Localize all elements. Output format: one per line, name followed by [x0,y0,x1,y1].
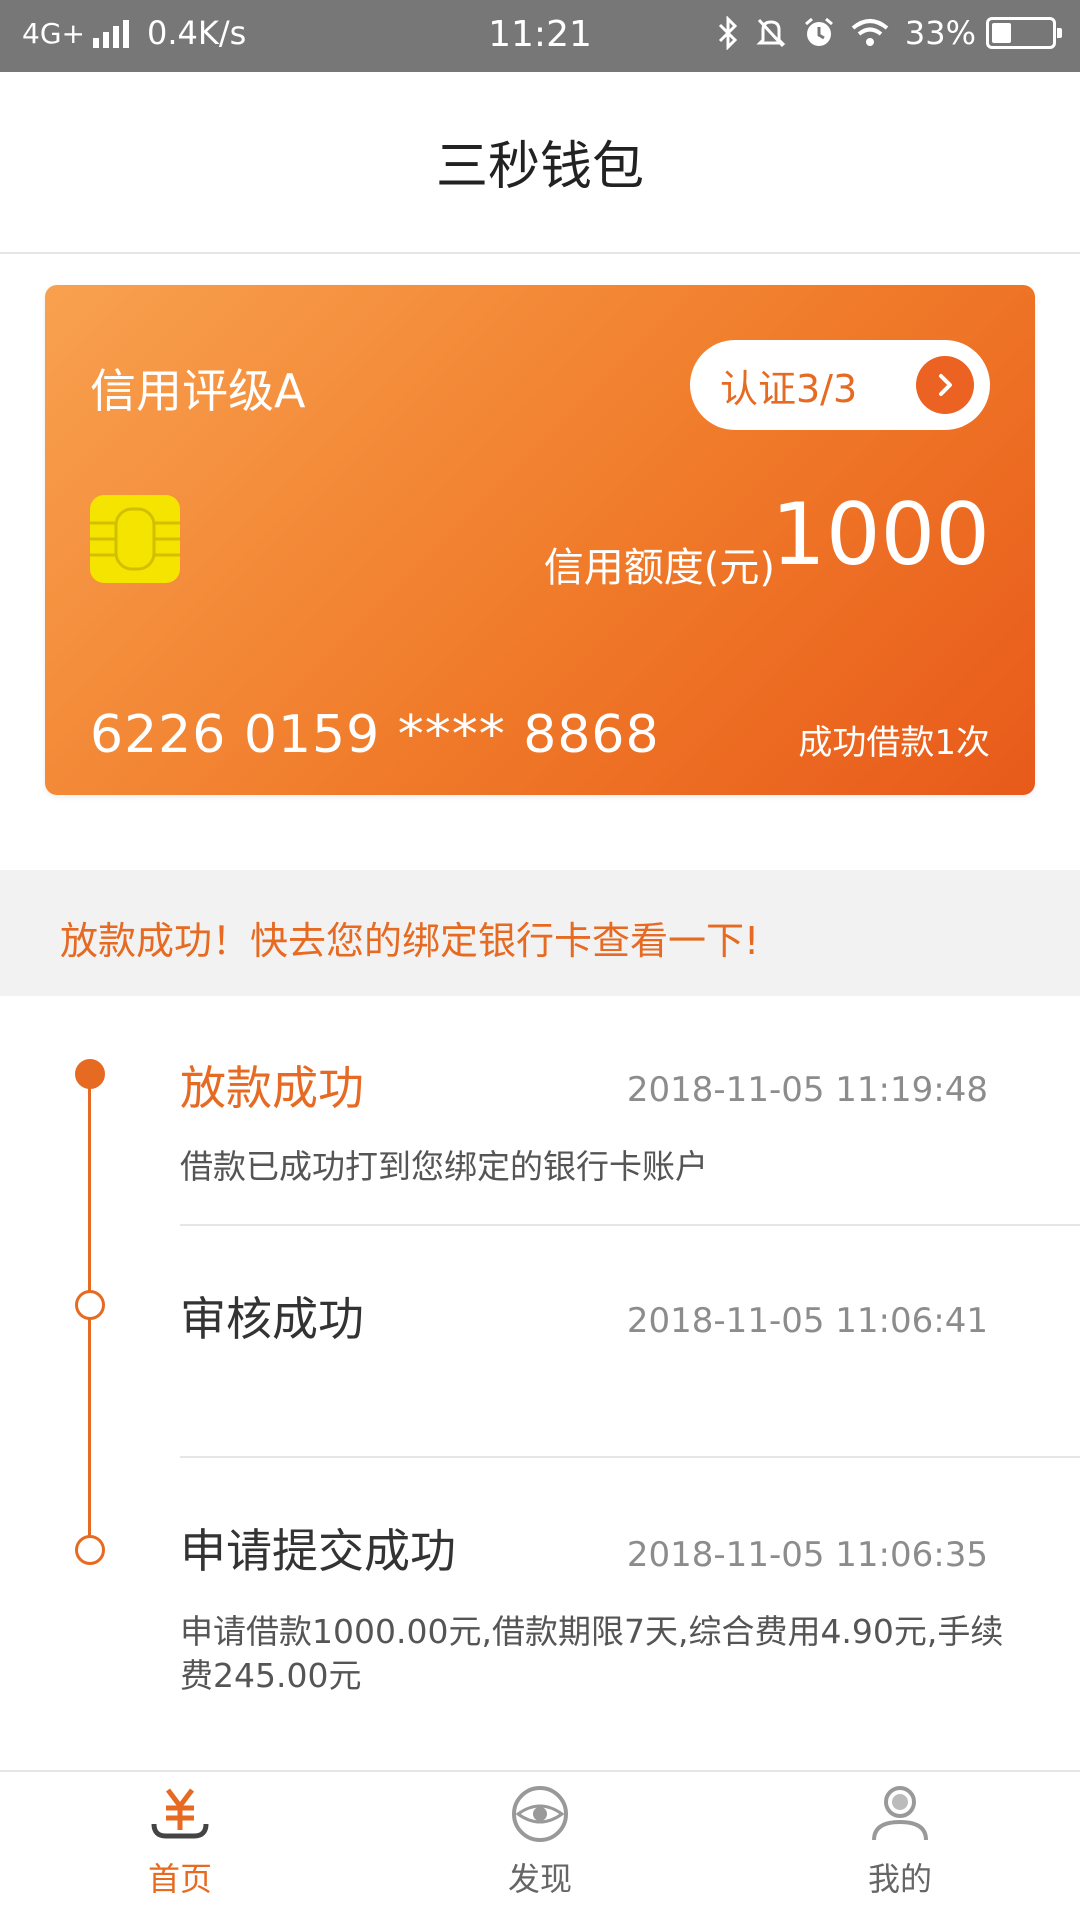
eye-icon [512,1786,568,1842]
battery-fill [992,23,1011,43]
timeline-title: 审核成功 [180,1292,364,1346]
timeline-dot [75,1535,105,1565]
timeline-divider [180,1224,1080,1226]
wifi-icon [851,19,889,46]
bottom-nav: 首页 发现 我的 [0,1770,1080,1920]
nav-item-discover[interactable]: 发现 [440,1784,640,1900]
verify-label: 认证3/3 [720,366,858,411]
credit-card: 信用评级A 认证3/3 信用额度(元) 1000 6226 0159 **** … [45,285,1035,795]
card-chip-icon [90,495,180,583]
nav-label: 我的 [867,1860,932,1898]
credit-rating: 信用评级A [90,364,306,418]
timeline-desc: 申请借款1000.00元,借款期限7天,综合费用4.90元,手续费245.00元 [180,1612,1004,1695]
nav-label: 发现 [507,1860,572,1898]
alarm-icon [804,17,833,46]
credit-limit-value: 1000 [771,485,990,585]
notice-text: 放款成功！快去您的绑定银行卡查看一下! [60,919,760,963]
user-icon [872,1786,928,1841]
bell-off-icon [756,18,786,48]
timeline-time: 2018-11-05 11:06:35 [626,1535,988,1575]
timeline-time: 2018-11-05 11:06:41 [626,1301,988,1341]
timeline-dot [75,1290,105,1320]
timeline-desc: 借款已成功打到您绑定的银行卡账户 [180,1147,708,1186]
yuan-icon [151,1788,209,1839]
battery-percent: 33% [904,14,976,52]
loan-count: 成功借款1次 [798,723,990,763]
timeline-dot-active [75,1059,105,1089]
credit-limit-label: 信用额度(元) [543,545,775,591]
card-number: 6226 0159 **** 8868 [90,705,660,765]
timeline-time: 2018-11-05 11:19:48 [626,1070,988,1110]
page-title: 三秒钱包 [435,137,644,197]
timeline-divider [180,1456,1080,1458]
nav-item-home[interactable]: 首页 [80,1784,280,1900]
timeline-title: 申请提交成功 [180,1524,456,1578]
app-header: 三秒钱包 [0,72,1080,254]
battery-icon [986,17,1062,49]
verify-button[interactable]: 认证3/3 [690,340,990,430]
nav-item-mine[interactable]: 我的 [800,1784,1000,1900]
timeline-title: 放款成功 [180,1061,364,1115]
nav-label: 首页 [147,1860,212,1898]
status-bar: 4G+ 0.4K/s 11:21 33% [0,0,1080,72]
notice-banner: 放款成功！快去您的绑定银行卡查看一下! [0,870,1080,996]
chevron-right-icon [916,356,974,414]
bluetooth-icon [718,16,737,50]
